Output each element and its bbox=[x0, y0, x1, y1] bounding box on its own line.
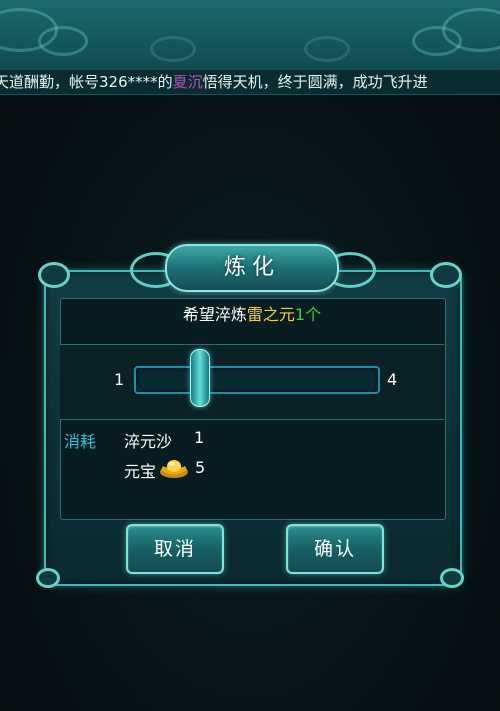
dialog-corner-ornament bbox=[38, 262, 70, 288]
quantity-slider-thumb[interactable] bbox=[190, 349, 210, 407]
dialog-corner-ornament bbox=[36, 568, 60, 588]
quantity-slider-track[interactable] bbox=[134, 366, 380, 394]
cloud-ornament bbox=[38, 26, 88, 56]
refine-target-item: 雷之元 bbox=[246, 305, 295, 324]
dialog-corner-ornament bbox=[440, 568, 464, 588]
refine-target-count: 1个 bbox=[294, 305, 322, 324]
gold-ingot-icon bbox=[159, 457, 189, 479]
refine-target-prefix: 希望淬炼 bbox=[182, 305, 247, 324]
currency-name: 元宝 bbox=[124, 462, 157, 481]
slider-max-label: 4 bbox=[387, 370, 398, 389]
announcement-marquee: 天道酬勤，帐号326****的夏沉悟得天机，终于圆满，成功飞升进 bbox=[0, 70, 500, 95]
currency-quantity: 5 bbox=[195, 458, 206, 477]
dialog-title: 炼化 bbox=[165, 244, 339, 292]
confirm-button[interactable]: 确认 bbox=[286, 524, 384, 574]
cancel-button[interactable]: 取消 bbox=[126, 524, 224, 574]
cloud-ornament bbox=[412, 26, 462, 56]
marquee-player-name: 夏沉 bbox=[172, 73, 203, 91]
marquee-suffix: 悟得天机，终于圆满，成功飞升进 bbox=[202, 73, 428, 91]
slider-min-label: 1 bbox=[114, 370, 125, 389]
marquee-prefix: 天道酬勤，帐号326****的 bbox=[0, 73, 173, 91]
cloud-ornament bbox=[304, 36, 350, 62]
refine-target-row: 希望淬炼雷之元1个 bbox=[60, 298, 444, 345]
material-name: 淬元沙 bbox=[124, 432, 173, 451]
cost-label: 消耗 bbox=[64, 432, 97, 451]
dialog-corner-ornament bbox=[430, 262, 462, 288]
top-banner bbox=[0, 0, 500, 74]
material-quantity: 1 bbox=[194, 428, 205, 447]
cloud-ornament bbox=[150, 36, 196, 62]
